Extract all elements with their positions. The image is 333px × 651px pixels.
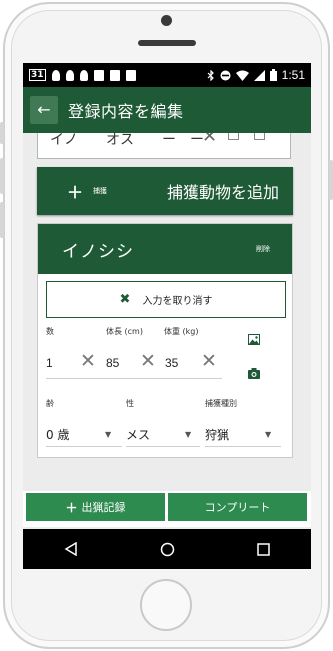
notification-icon [125, 69, 136, 81]
speaker-grill [138, 40, 196, 46]
back-button[interactable]: ← [30, 96, 58, 124]
app-bar: ← 登録内容を編集 [23, 87, 311, 133]
clear-weight-icon[interactable]: ✕ [201, 352, 217, 371]
volume-up-button [0, 158, 4, 194]
wifi-icon [235, 70, 249, 81]
photo-icon[interactable] [228, 133, 239, 140]
image-notification-icon [93, 69, 104, 81]
chevron-down-icon[interactable]: ▼ [185, 430, 191, 439]
plus-icon: ＋ [67, 183, 84, 202]
clock: 1:51 [281, 68, 305, 82]
cancel-input-button[interactable]: ✖ 入力を取り消す [46, 281, 286, 318]
bottom-actions: ＋ 出猟記録 コンプリート [23, 491, 311, 527]
count-label: 数 [46, 327, 54, 336]
field-underline [46, 378, 222, 379]
nav-home-icon[interactable] [160, 542, 175, 557]
screen: 31 1:51 ← 登録内容を編集 イノ オス ー ー ✕ ＋ 捕獲 捕獲動物を… [23, 63, 311, 569]
notification-icon [65, 69, 74, 81]
battery-icon [269, 69, 277, 81]
gallery-icon[interactable] [248, 334, 260, 345]
chevron-down-icon[interactable]: ▼ [265, 430, 271, 439]
complete-button[interactable]: コンプリート [168, 493, 307, 521]
sex-label: 性 [126, 399, 134, 408]
complete-label: コンプリート [204, 501, 271, 514]
length-label: 体長 (cm) [106, 327, 143, 336]
length-field[interactable]: 85 [106, 356, 119, 370]
volume-down-button [0, 202, 4, 238]
animal-name: イノシシ [62, 241, 134, 262]
bluetooth-icon [207, 69, 214, 81]
camera-icon[interactable] [248, 368, 260, 379]
page-title: 登録内容を編集 [68, 102, 184, 121]
do-not-disturb-icon [220, 70, 231, 80]
arrow-back-icon: ← [37, 100, 51, 119]
add-animal-button[interactable]: ＋ 捕獲 捕獲動物を追加 [37, 167, 293, 215]
field-underline [126, 446, 200, 447]
animal-card: イノシシ 削除 ✖ 入力を取り消す 数 体長 (cm) 体重 (kg) 1 ✕ … [37, 223, 293, 458]
camera-icon[interactable] [254, 133, 265, 140]
close-icon: ✖ [119, 292, 131, 307]
hunting-record-button[interactable]: ＋ 出猟記録 [26, 493, 165, 521]
notification-icon [79, 69, 88, 81]
signal-icon [253, 69, 265, 81]
close-icon[interactable]: ✕ [202, 133, 217, 147]
method-select[interactable]: 狩猟 [205, 426, 229, 443]
weight-label: 体重 (kg) [164, 327, 199, 336]
home-button[interactable] [140, 579, 192, 631]
previous-animal-card: イノ オス ー ー ✕ [37, 133, 291, 159]
nav-back-icon[interactable] [64, 542, 78, 556]
age-label: 齢 [46, 399, 54, 408]
cancel-input-label: 入力を取り消す [142, 296, 213, 307]
add-animal-label: 捕獲動物を追加 [166, 183, 279, 202]
nav-recents-icon[interactable] [257, 542, 270, 556]
status-bar: 31 1:51 [23, 63, 311, 87]
field-underline [46, 446, 122, 447]
weight-field[interactable]: 35 [165, 356, 178, 370]
scroll-content[interactable]: イノ オス ー ー ✕ ＋ 捕獲 捕獲動物を追加 イノシシ 削除 ✖ 入力を取り… [23, 133, 311, 491]
add-animal-small-label: 捕獲 [93, 187, 108, 195]
power-button [329, 160, 333, 200]
camera-dot [161, 15, 172, 26]
method-label: 捕獲種別 [205, 399, 237, 408]
calendar-icon: 31 [29, 69, 46, 81]
sex-select[interactable]: メス [126, 426, 150, 443]
notification-icon [51, 69, 60, 81]
field-underline [205, 446, 281, 447]
previous-card-text: イノ オス ー ー [50, 133, 204, 148]
mute-switch [0, 122, 4, 144]
age-select[interactable]: 0 歳 [46, 426, 69, 443]
delete-button[interactable]: 削除 [256, 244, 270, 254]
plus-icon: ＋ [65, 500, 78, 515]
count-field[interactable]: 1 [46, 356, 53, 370]
clear-length-icon[interactable]: ✕ [140, 352, 156, 371]
animal-card-header: イノシシ 削除 [38, 224, 292, 274]
navigation-bar [23, 529, 311, 569]
chevron-down-icon[interactable]: ▼ [105, 430, 111, 439]
hunting-record-label: 出猟記録 [81, 501, 126, 514]
clear-count-icon[interactable]: ✕ [80, 352, 96, 371]
mail-icon [109, 69, 120, 81]
